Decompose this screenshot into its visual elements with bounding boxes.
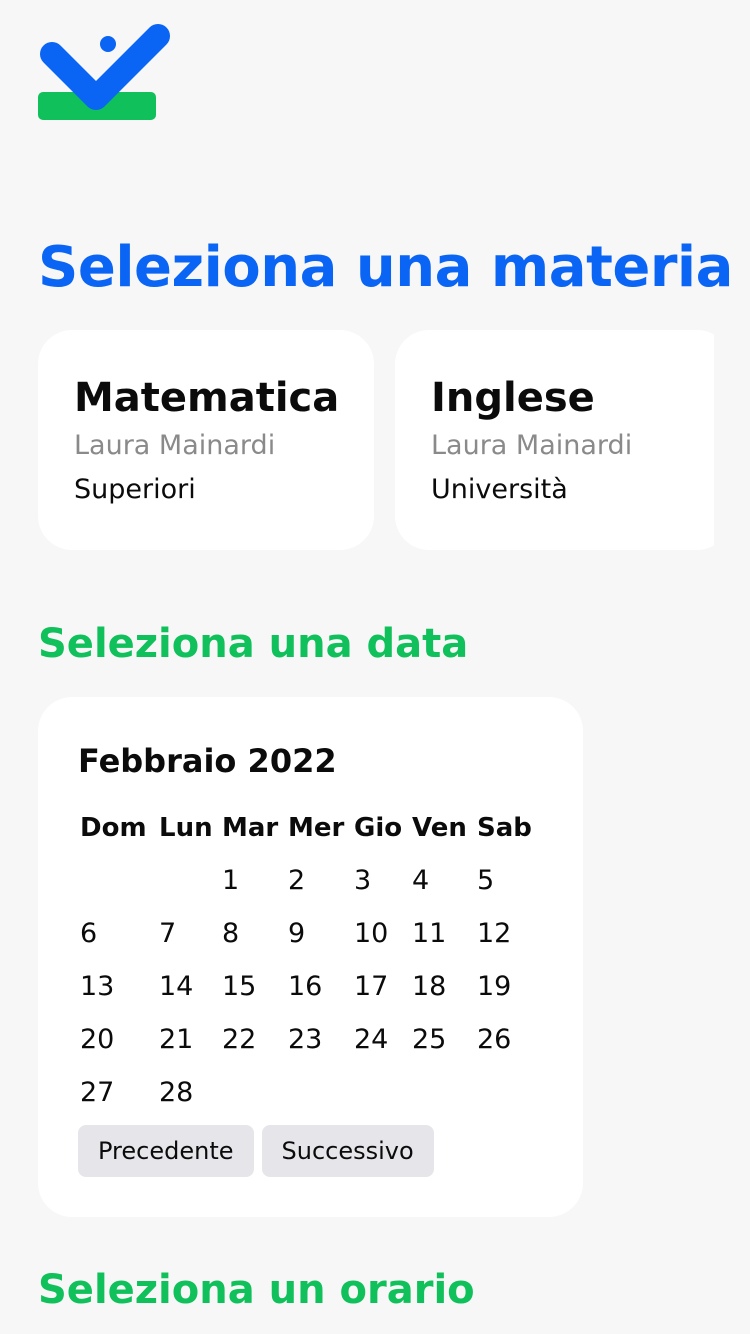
subject-card-matematica[interactable]: Matematica Laura Mainardi Superiori bbox=[38, 330, 374, 550]
calendar-day bbox=[222, 1066, 288, 1119]
calendar-day[interactable]: 11 bbox=[412, 907, 477, 960]
calendar-day[interactable]: 14 bbox=[159, 960, 222, 1013]
calendar-day bbox=[354, 1066, 412, 1119]
calendar-navigation: Precedente Successivo bbox=[78, 1125, 434, 1177]
calendar-day[interactable]: 27 bbox=[80, 1066, 159, 1119]
calendar-day[interactable]: 4 bbox=[412, 854, 477, 907]
calendar-day bbox=[80, 854, 159, 907]
calendar-day[interactable]: 26 bbox=[477, 1013, 537, 1066]
calendar-day[interactable]: 21 bbox=[159, 1013, 222, 1066]
checkmark-logo-icon bbox=[38, 24, 170, 120]
weekday-label: Mer bbox=[288, 813, 345, 843]
calendar-day[interactable]: 20 bbox=[80, 1013, 159, 1066]
calendar-day[interactable]: 6 bbox=[80, 907, 159, 960]
calendar-week-row: 27 28 bbox=[80, 1066, 537, 1119]
subject-teacher: Laura Mainardi bbox=[74, 430, 276, 461]
calendar-day bbox=[412, 1066, 477, 1119]
calendar-day[interactable]: 28 bbox=[159, 1066, 222, 1119]
weekday-label: Mar bbox=[222, 813, 279, 843]
calendar-day[interactable]: 19 bbox=[477, 960, 537, 1013]
calendar-day[interactable]: 23 bbox=[288, 1013, 354, 1066]
calendar-day[interactable]: 17 bbox=[354, 960, 412, 1013]
calendar-day[interactable]: 9 bbox=[288, 907, 354, 960]
calendar-day[interactable]: 12 bbox=[477, 907, 537, 960]
calendar-day[interactable]: 10 bbox=[354, 907, 412, 960]
calendar-day bbox=[159, 854, 222, 907]
subject-teacher: Laura Mainardi bbox=[431, 430, 633, 461]
calendar-day bbox=[477, 1066, 537, 1119]
subject-level: Superiori bbox=[74, 474, 196, 505]
weekday-label: Ven bbox=[412, 813, 467, 843]
calendar-day[interactable]: 8 bbox=[222, 907, 288, 960]
calendar-day[interactable]: 1 bbox=[222, 854, 288, 907]
weekday-label: Dom bbox=[80, 813, 147, 843]
subject-section-title: Seleziona una materia bbox=[38, 235, 733, 300]
subject-name: Inglese bbox=[431, 375, 595, 421]
calendar-day[interactable]: 15 bbox=[222, 960, 288, 1013]
calendar-day[interactable]: 13 bbox=[80, 960, 159, 1013]
previous-month-button[interactable]: Precedente bbox=[78, 1125, 254, 1177]
calendar-week-row: 13 14 15 16 17 18 19 bbox=[80, 960, 537, 1013]
calendar-day[interactable]: 18 bbox=[412, 960, 477, 1013]
subject-name: Matematica bbox=[74, 375, 340, 421]
calendar-day[interactable]: 3 bbox=[354, 854, 412, 907]
next-month-button[interactable]: Successivo bbox=[261, 1125, 434, 1177]
calendar: Febbraio 2022 Dom Lun Mar Mer Gio Ven Sa… bbox=[38, 697, 583, 1217]
time-section-title: Seleziona un orario bbox=[38, 1267, 475, 1313]
weekday-label: Lun bbox=[159, 813, 213, 843]
weekday-label: Gio bbox=[354, 813, 403, 843]
calendar-month-label: Febbraio 2022 bbox=[78, 742, 337, 780]
calendar-grid: Dom Lun Mar Mer Gio Ven Sab 1 2 3 4 5 6 bbox=[80, 802, 537, 1119]
calendar-week-row: 6 7 8 9 10 11 12 bbox=[80, 907, 537, 960]
calendar-day[interactable]: 2 bbox=[288, 854, 354, 907]
app-logo bbox=[38, 20, 172, 122]
calendar-week-row: 20 21 22 23 24 25 26 bbox=[80, 1013, 537, 1066]
calendar-day[interactable]: 7 bbox=[159, 907, 222, 960]
calendar-day[interactable]: 16 bbox=[288, 960, 354, 1013]
calendar-weekday-row: Dom Lun Mar Mer Gio Ven Sab bbox=[80, 802, 537, 854]
subject-card-inglese[interactable]: Inglese Laura Mainardi Università bbox=[395, 330, 714, 550]
calendar-day[interactable]: 22 bbox=[222, 1013, 288, 1066]
subject-carousel[interactable]: Matematica Laura Mainardi Superiori Ingl… bbox=[38, 330, 714, 552]
calendar-day bbox=[288, 1066, 354, 1119]
calendar-day[interactable]: 25 bbox=[412, 1013, 477, 1066]
subject-level: Università bbox=[431, 474, 568, 505]
weekday-label: Sab bbox=[477, 813, 532, 843]
calendar-week-row: 1 2 3 4 5 bbox=[80, 854, 537, 907]
calendar-day[interactable]: 5 bbox=[477, 854, 537, 907]
date-section-title: Seleziona una data bbox=[38, 621, 469, 667]
calendar-day[interactable]: 24 bbox=[354, 1013, 412, 1066]
